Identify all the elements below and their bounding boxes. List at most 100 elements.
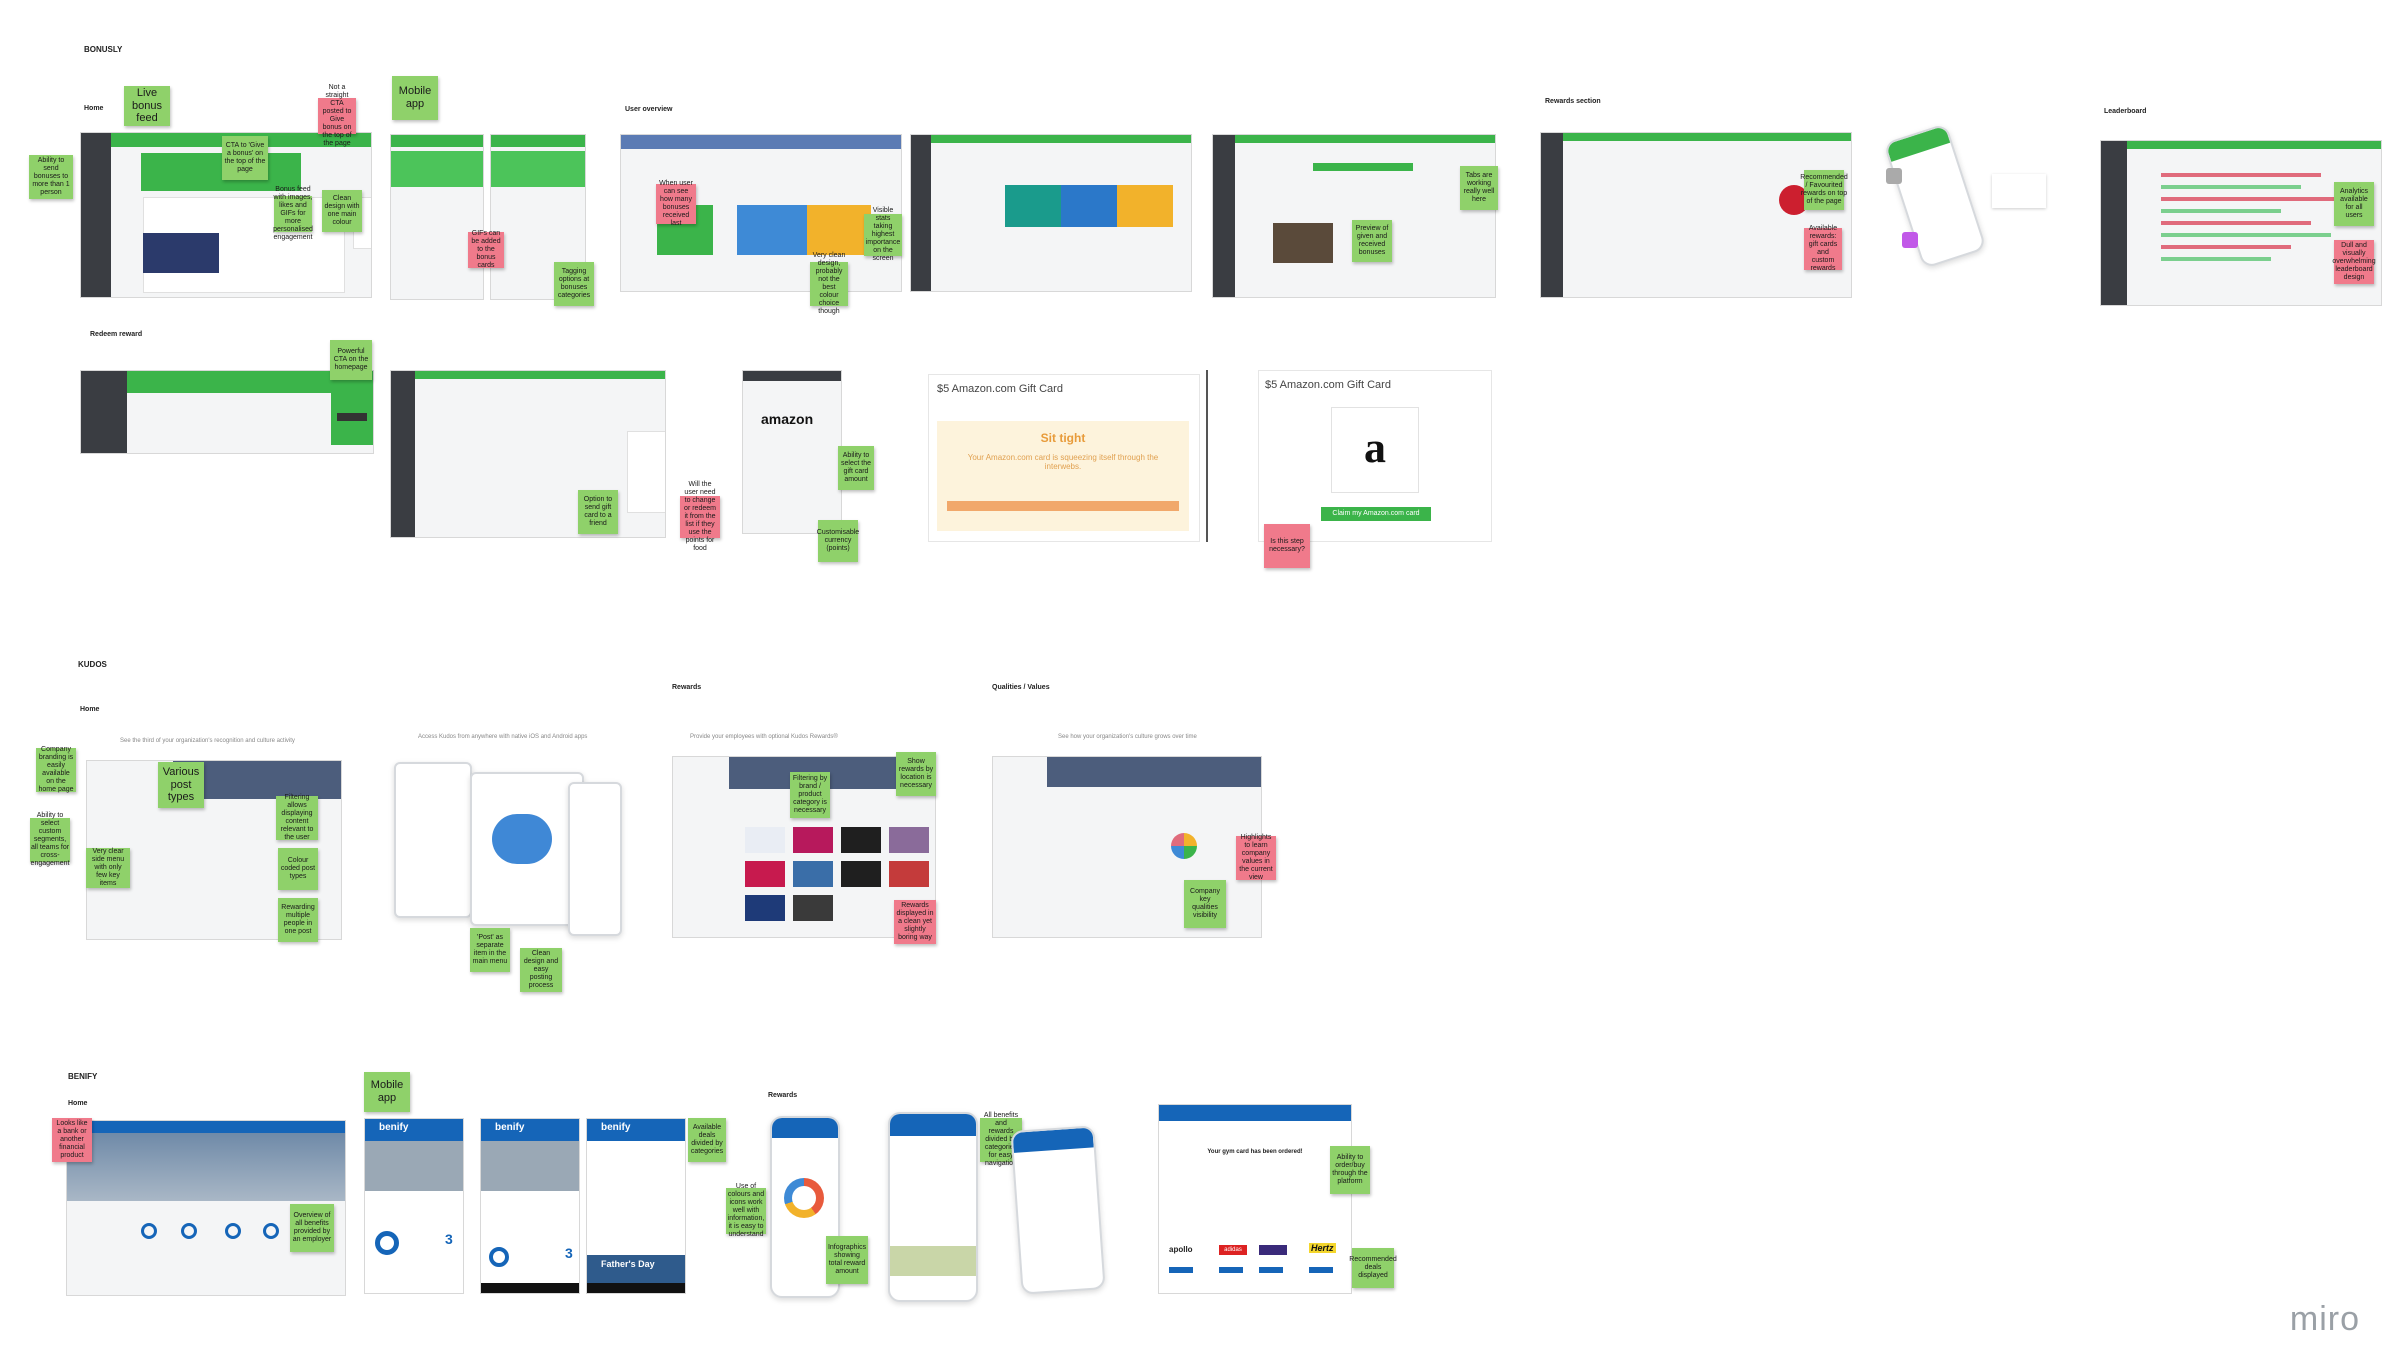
bonusly-redeem-modal: amazon [742,370,842,534]
note-visible-stats: Visible stats taking highest importance … [864,207,902,262]
note-recommended-rewards: Recommended / Favourited rewards on top … [1800,170,1848,210]
deal-button[interactable] [1259,1267,1283,1273]
gift-card-tile [745,827,785,853]
benify-order-confirmation: Your gym card has been ordered! apollo a… [1158,1104,1352,1294]
note-various-post-types: Various post types [158,762,204,808]
header-bar [1235,135,1495,143]
note-company-branding: Company branding is easily available on … [36,746,76,793]
fathers-day-text: Father's Day [601,1259,655,1269]
stat-tile-blue [737,205,807,255]
donut-icon [375,1231,399,1255]
hero-image [365,1141,463,1191]
note-tagging-options: Tagging options at bonuses categories [554,262,594,306]
brand-hertz: Hertz [1309,1243,1336,1253]
note-gifs-added: GIFs can be added to the bonus cards [468,230,504,269]
kudos-phone-3 [568,782,622,936]
brand-logo [1259,1245,1287,1255]
modal-header [743,371,841,381]
sidebar [391,371,415,537]
note-mobile-app: Mobile app [392,76,438,120]
chart-bar [2161,245,2291,249]
benefit-ring-icon [181,1223,197,1239]
android-nav-bar [587,1283,685,1293]
note-infographics: Infographics showing total reward amount [826,1236,868,1284]
benify-logo: benify [495,1122,525,1133]
sidebar [2101,141,2127,305]
note-ability-select: Ability to select the gift card amount [838,446,874,490]
kudos-app-bubble [492,814,552,864]
benify-rewards-label: Rewards [768,1092,798,1099]
note-is-this-step: Is this step necessary? [1264,524,1310,568]
deal-button[interactable] [1219,1267,1243,1273]
note-dull-analytics: Dull and visually overwhelming leaderboa… [2332,240,2376,284]
preview-image [1273,223,1333,263]
gift-card-tile [841,827,881,853]
give-panel [491,151,585,187]
benefit-ring-icon [225,1223,241,1239]
bonusly-user-overview-2 [910,134,1192,292]
progress-bar [947,501,1179,511]
sit-tight-title: Sit tight [1040,431,1086,445]
miro-logo: miro [2289,1300,2360,1338]
stat-tile-blue [1061,185,1117,227]
header-bar [931,135,1191,143]
note-available-deals: Available deals divided by categories [688,1118,726,1162]
note-tabs-working: Tabs are working really well here [1460,166,1498,210]
header-bar [772,1118,838,1138]
hero-image [67,1133,345,1201]
donut-icon [489,1247,509,1267]
note-overview-benefits: Overview of all benefits provided by an … [290,1204,334,1252]
amazon-a-icon: a [1364,423,1386,472]
note-available-rewards: Available rewards: gift cards and custom… [1804,225,1842,272]
bonusly-user-overview-3 [1212,134,1496,298]
sidebar [81,133,111,297]
chart-bar [2161,233,2331,237]
kudos-rewards-caption: Provide your employees with optional Kud… [690,734,838,740]
header-bar [1563,133,1851,141]
benify-mobile-3: benify Father's Day [586,1118,686,1294]
note-see-own-bonus: When user can see how many bonuses recei… [656,180,696,227]
deal-button[interactable] [1169,1267,1193,1273]
banner-image [1047,757,1261,787]
benify-rewards-phone-2 [888,1112,978,1302]
paypal-floating-card [1992,174,2046,208]
note-company-qualities: Company key qualities visibility [1184,880,1226,928]
bonusly-redeem-rewards [390,370,666,538]
note-very-clear-side: Very clear side menu with only few key i… [86,848,130,888]
claim-button[interactable]: Claim my Amazon.com card [1321,507,1431,521]
gift-card-tile [793,861,833,887]
bonusly-home-label: Home [84,105,104,112]
kudos-mobile-caption: Access Kudos from anywhere with native i… [418,734,588,740]
header-bar [2127,141,2381,149]
benify-logo: benify [601,1122,631,1133]
amazon-card [627,431,665,513]
amazon-tile: a [1331,407,1419,493]
stat-value: 3 [445,1231,453,1247]
gift-card-title: $5 Amazon.com Gift Card [1265,379,1391,391]
feed-image [143,233,219,273]
benify-rewards-phone-3 [1010,1125,1106,1295]
note-cta-give-bonus: CTA to 'Give a bonus' on the top of the … [222,136,268,180]
chart-bar [2161,185,2301,189]
kudos-section-title: KUDOS [78,660,107,669]
benify-home-label: Home [68,1100,88,1107]
bonusly-leaderboard-label: Leaderboard [2104,108,2147,115]
header-bar [415,371,665,379]
stat-value: 3 [565,1245,573,1261]
benify-section-title: BENIFY [68,1072,98,1081]
gift-card-tile [889,861,929,887]
chart-bar [2161,221,2311,225]
bonusly-rewards-section-label: Rewards section [1545,98,1601,105]
note-ability-filter: Ability to select custom segments, all t… [30,811,70,868]
gift-card-tile [745,861,785,887]
kudos-home-label: Home [80,706,100,713]
header-bar [890,1114,976,1136]
kudos-home-caption: See the third of your organization's rec… [120,738,295,744]
android-nav-bar [481,1283,579,1293]
gift-icon [1886,168,1902,184]
deal-button[interactable] [1309,1267,1333,1273]
note-highlight-values: Highlights to learn company values in th… [1236,834,1276,881]
redeem-button [337,413,367,421]
note-preview-bonuses: Preview of given and received bonuses [1352,220,1392,262]
values-pie-chart [1171,833,1197,859]
